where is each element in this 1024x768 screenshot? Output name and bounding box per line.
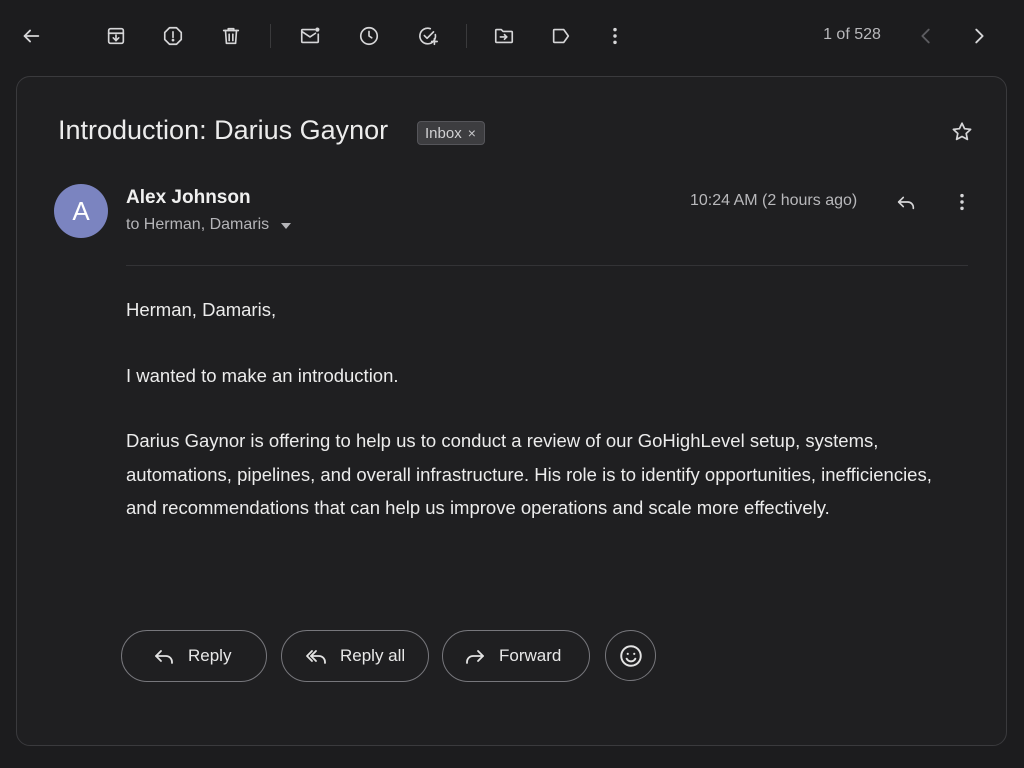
back-arrow-icon[interactable] (13, 18, 49, 54)
forward-button[interactable]: Forward (442, 630, 590, 682)
label-chip-text: Inbox (425, 124, 462, 142)
forward-icon (466, 650, 484, 664)
snooze-clock-icon[interactable] (351, 18, 387, 54)
toolbar-divider (270, 24, 271, 48)
reply-all-icon (306, 650, 326, 664)
toolbar-divider (466, 24, 467, 48)
reply-all-button[interactable]: Reply all (281, 630, 429, 682)
recipients-toggle[interactable]: to Herman, Damaris (126, 216, 292, 234)
reply-button-label: Reply (188, 646, 232, 665)
message-body: Herman, Damaris, I wanted to make an int… (126, 293, 946, 557)
body-paragraph: Darius Gaynor is offering to help us to … (126, 430, 932, 518)
message-subject: Introduction: Darius Gaynor (58, 115, 389, 145)
caret-down-icon (281, 223, 292, 229)
reply-icon[interactable] (889, 185, 923, 219)
body-paragraph: Herman, Damaris, (126, 299, 277, 320)
message-card: Introduction: Darius Gaynor Inbox × A Al… (16, 76, 1007, 746)
message-toolbar: 1 of 528 (0, 0, 1024, 72)
chevron-right-icon[interactable] (961, 18, 997, 54)
message-timestamp: 10:24 AM (2 hours ago) (690, 192, 858, 209)
inbox-label-chip[interactable]: Inbox × (417, 121, 485, 145)
remove-label-icon[interactable]: × (468, 126, 476, 140)
forward-button-label: Forward (499, 646, 562, 665)
reply-button[interactable]: Reply (121, 630, 267, 682)
move-to-folder-icon[interactable] (486, 18, 522, 54)
report-spam-icon[interactable] (155, 18, 191, 54)
chevron-left-icon[interactable] (908, 18, 944, 54)
reply-icon (155, 650, 173, 664)
pagination-count: 1 of 528 (823, 26, 881, 43)
sender-avatar[interactable]: A (54, 184, 108, 238)
body-paragraph: I wanted to make an introduction. (126, 364, 399, 386)
label-icon[interactable] (543, 18, 579, 54)
header-divider (126, 265, 968, 266)
more-vert-icon[interactable] (597, 18, 633, 54)
message-more-icon[interactable] (945, 185, 979, 219)
add-to-tasks-icon[interactable] (410, 18, 446, 54)
sender-name[interactable]: Alex Johnson (126, 187, 251, 209)
mark-unread-icon[interactable] (292, 18, 328, 54)
add-reaction-icon[interactable] (605, 630, 656, 681)
recipients-text: to Herman, Damaris (126, 216, 270, 233)
reply-all-button-label: Reply all (340, 646, 406, 665)
trash-icon[interactable] (213, 18, 249, 54)
archive-icon[interactable] (98, 18, 134, 54)
star-icon[interactable] (945, 115, 979, 149)
